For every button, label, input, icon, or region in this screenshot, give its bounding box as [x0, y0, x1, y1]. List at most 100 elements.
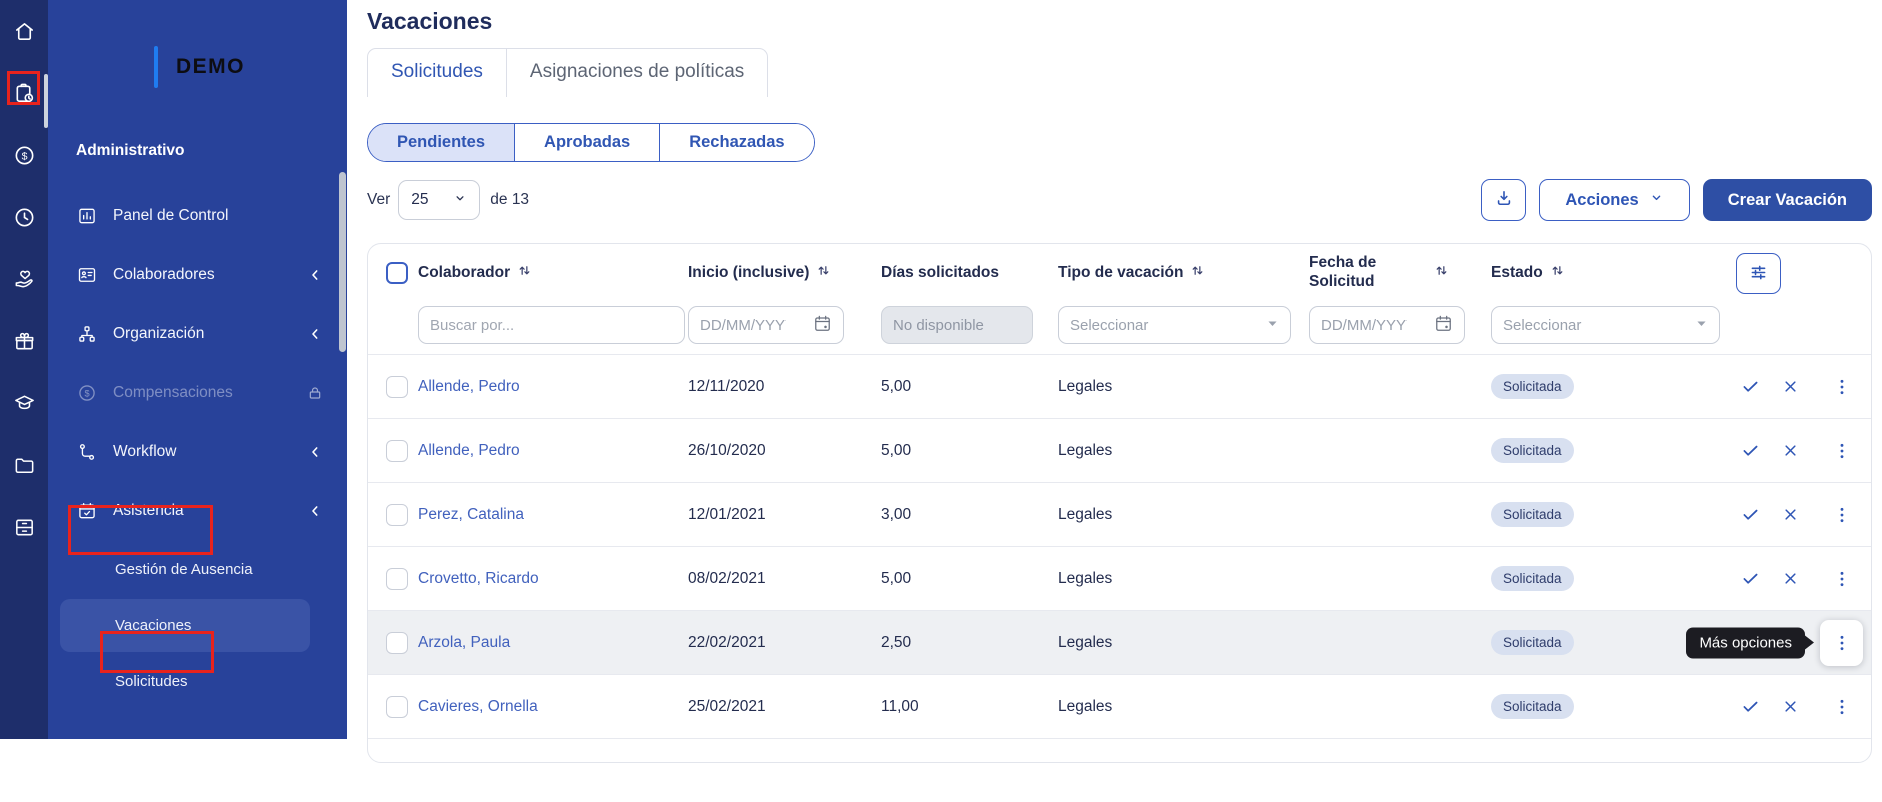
rail-item-gifts[interactable]	[0, 310, 48, 372]
sort-icon	[1190, 263, 1205, 284]
column-header-colaborador[interactable]: Colaborador	[418, 263, 688, 284]
org-chart-icon	[76, 324, 98, 344]
table-row: Allende, Pedro 26/10/2020 5,00 Legales S…	[368, 418, 1871, 482]
approve-button[interactable]	[1740, 504, 1761, 525]
colaborador-link[interactable]: Allende, Pedro	[418, 442, 520, 459]
rail-item-compensation[interactable]: $	[0, 124, 48, 186]
column-header-estado[interactable]: Estado	[1491, 263, 1681, 284]
sidebar-section-label: Administrativo	[76, 142, 347, 160]
status-badge: Solicitada	[1491, 438, 1574, 463]
crear-vacacion-button[interactable]: Crear Vacación	[1703, 179, 1872, 221]
filter-pill-rechazadas[interactable]: Rechazadas	[659, 124, 813, 161]
row-checkbox[interactable]	[386, 376, 408, 398]
sidebar-item-label: Colaboradores	[113, 266, 215, 284]
approve-button[interactable]	[1740, 696, 1761, 717]
inicio-date-filter[interactable]: DD/MM/YYYY	[688, 306, 844, 344]
sidebar-scrollbar[interactable]	[339, 172, 346, 352]
table-row: Crovetto, Ricardo 08/02/2021 5,00 Legale…	[368, 546, 1871, 610]
more-options-button[interactable]	[1820, 492, 1863, 538]
filter-pill-aprobadas[interactable]: Aprobadas	[514, 124, 659, 161]
logo-accent-bar	[154, 46, 158, 88]
rail-item-attendance[interactable]	[0, 62, 48, 124]
sidebar-subitem-gestion-de-ausencia[interactable]: Gestión de Ausencia	[48, 540, 347, 599]
colaborador-link[interactable]: Cavieres, Ornella	[418, 698, 538, 715]
reject-button[interactable]	[1781, 697, 1800, 716]
approve-button[interactable]	[1740, 440, 1761, 461]
download-button[interactable]	[1481, 179, 1526, 221]
approve-button[interactable]	[1740, 568, 1761, 589]
calendar-icon	[813, 314, 832, 337]
approve-button[interactable]	[1740, 376, 1761, 397]
colaborador-link[interactable]: Perez, Catalina	[418, 506, 524, 523]
acciones-label: Acciones	[1565, 191, 1638, 210]
select-all-checkbox[interactable]	[386, 262, 408, 284]
column-header-inicio[interactable]: Inicio (inclusive)	[688, 263, 881, 284]
id-card-icon	[76, 265, 98, 285]
colaborador-link[interactable]: Arzola, Paula	[418, 634, 510, 651]
reject-button[interactable]	[1781, 377, 1800, 396]
sort-icon	[1434, 263, 1449, 284]
clipboard-clock-icon	[13, 82, 36, 105]
rail-item-documents[interactable]	[0, 434, 48, 496]
colaborador-link[interactable]: Allende, Pedro	[418, 378, 520, 395]
column-header-fecha-solicitud[interactable]: Fecha de Solicitud	[1309, 254, 1491, 291]
rail-item-assets[interactable]	[0, 496, 48, 558]
tipo-select-filter[interactable]: Seleccionar	[1058, 306, 1291, 344]
sidebar-item-organizacion[interactable]: Organización	[48, 304, 347, 363]
hand-heart-icon	[13, 268, 36, 291]
search-colaborador-input[interactable]	[430, 317, 673, 334]
acciones-button[interactable]: Acciones	[1539, 179, 1689, 221]
status-badge: Solicitada	[1491, 374, 1574, 399]
rail-item-time[interactable]	[0, 186, 48, 248]
table-row: Perez, Catalina 12/01/2021 3,00 Legales …	[368, 482, 1871, 546]
sidebar-item-asistencia[interactable]: Asistencia	[48, 481, 347, 540]
tab-asignaciones-de-politicas[interactable]: Asignaciones de políticas	[507, 49, 767, 97]
column-header-tipo[interactable]: Tipo de vacación	[1058, 263, 1309, 284]
sidebar-item-panel-de-control[interactable]: Panel de Control	[48, 186, 347, 245]
row-checkbox[interactable]	[386, 568, 408, 590]
gift-icon	[13, 330, 36, 353]
filter-pill-pendientes[interactable]: Pendientes	[368, 124, 514, 161]
reject-button[interactable]	[1781, 569, 1800, 588]
caret-down-icon	[1266, 317, 1279, 334]
row-checkbox[interactable]	[386, 504, 408, 526]
sidebar-item-label: Organización	[113, 325, 204, 343]
fecha-solicitud-date-filter[interactable]: DD/MM/YYYY	[1309, 306, 1465, 344]
tab-solicitudes[interactable]: Solicitudes	[368, 49, 507, 97]
sidebar-rail: $	[0, 0, 48, 739]
table-row: Cavieres, Ornella 25/02/2021 11,00 Legal…	[368, 674, 1871, 738]
column-settings-icon	[1748, 262, 1769, 286]
sidebar-panel: DEMO Administrativo Panel de Control Col…	[48, 0, 347, 739]
more-options-button[interactable]	[1820, 684, 1863, 730]
sidebar-item-workflow[interactable]: Workflow	[48, 422, 347, 481]
dias-filter-disabled: No disponible	[881, 306, 1033, 344]
row-checkbox[interactable]	[386, 696, 408, 718]
reject-button[interactable]	[1781, 441, 1800, 460]
rail-item-training[interactable]	[0, 372, 48, 434]
page-size-select[interactable]: 25	[398, 180, 480, 220]
home-icon	[13, 20, 36, 43]
more-options-button[interactable]	[1820, 428, 1863, 474]
colaborador-link[interactable]: Crovetto, Ricardo	[418, 570, 539, 587]
more-options-button[interactable]	[1820, 364, 1863, 410]
sidebar-subitem-solicitudes[interactable]: Solicitudes	[48, 652, 347, 711]
row-checkbox[interactable]	[386, 440, 408, 462]
app-logo[interactable]: DEMO	[154, 46, 347, 88]
status-badge: Solicitada	[1491, 694, 1574, 719]
sidebar-subitem-vacaciones[interactable]: Vacaciones	[60, 599, 310, 652]
more-options-button[interactable]	[1820, 620, 1863, 666]
dashboard-icon	[76, 206, 98, 226]
reject-button[interactable]	[1781, 505, 1800, 524]
column-settings-button[interactable]	[1736, 253, 1781, 294]
page-title: Vacaciones	[367, 8, 1872, 35]
calendar-check-icon	[76, 501, 98, 521]
rail-item-home[interactable]	[0, 0, 48, 62]
cabinet-icon	[13, 516, 36, 539]
chevron-left-icon	[307, 503, 323, 519]
more-options-button[interactable]	[1820, 556, 1863, 602]
rail-item-benefits[interactable]	[0, 248, 48, 310]
estado-select-filter[interactable]: Seleccionar	[1491, 306, 1720, 344]
rail-scrollbar[interactable]	[44, 74, 48, 128]
row-checkbox[interactable]	[386, 632, 408, 654]
sidebar-item-colaboradores[interactable]: Colaboradores	[48, 245, 347, 304]
